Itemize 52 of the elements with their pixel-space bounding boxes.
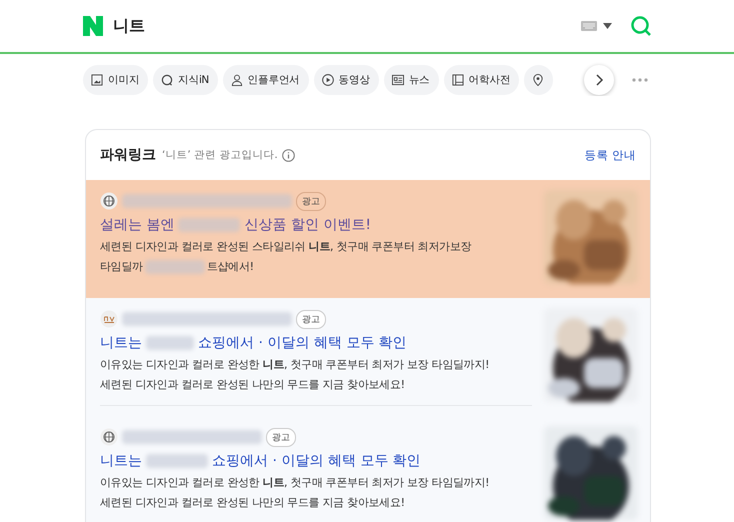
ad-title-link[interactable]: 니트는 <box>100 452 142 470</box>
chevron-right-icon <box>594 74 604 86</box>
search-icon[interactable] <box>630 15 652 37</box>
location-pin-icon <box>532 74 544 86</box>
ad-item[interactable]: 광고 니트는 쇼핑에서 · 이달의 혜택 모두 확인 이유있는 디자인과 컬러로 완성한 니트, 첫구매 쿠폰부터 최저가 보장 타임딜까지! 세련된 디자인과 컬러로 완성된 나만의 무드를 지금 찾아보세요! <box>86 416 650 522</box>
search-tab[interactable]: 이미지 <box>83 65 148 95</box>
redacted-text <box>146 454 208 468</box>
play-icon <box>322 74 334 86</box>
redacted-text <box>178 218 240 232</box>
ad-description: 세련된 디자인과 컬러로 완성된 나만의 무드를 지금 찾아보세요! <box>100 377 405 393</box>
globe-icon <box>100 428 118 446</box>
site-logo-icon <box>100 310 118 328</box>
logo-icon[interactable] <box>83 16 103 36</box>
search-tab[interactable]: 뉴스 <box>384 65 439 95</box>
search-tab[interactable]: 지식iN <box>153 65 218 95</box>
speech-bubble-icon <box>161 74 174 86</box>
ad-item[interactable]: 광고 설레는 봄엔 신상품 할인 이벤트! 세련된 디자인과 컬러로 완성된 스타일리쉬 니트, 첫구매 쿠폰부터 최저가보장 타임딜까 트샵에서! <box>86 180 650 298</box>
ad-description: 이유있는 디자인과 컬러로 완성한 니트, 첫구매 쿠폰부터 최저가 보장 타임딜까지! <box>100 357 490 373</box>
section-title: 파워링크 <box>100 146 156 164</box>
ad-item[interactable]: 광고 니트는 쇼핑에서 · 이달의 혜택 모두 확인 이유있는 디자인과 컬러로 완성한 니트, 첫구매 쿠폰부터 최저가 보장 타임딜까지! 세련된 디자인과 컬러로 완성된 나만의 무드를 지금 찾아보세요! <box>86 298 650 416</box>
info-icon[interactable] <box>282 148 295 162</box>
ad-title-link[interactable]: 신상품 할인 이벤트! <box>244 216 371 234</box>
ad-badge: 광고 <box>266 428 296 446</box>
ad-description: 세련된 디자인과 컬러로 완성된 나만의 무드를 지금 찾아보세요! <box>100 495 405 511</box>
redacted-text <box>146 336 194 350</box>
ad-description: 세련된 디자인과 컬러로 완성된 스타일리쉬 니트, 첫구매 쿠폰부터 최저가보장 <box>100 239 472 255</box>
section-subtitle: ‘니트’ 관련 광고입니다. <box>162 148 278 162</box>
search-tab[interactable]: 어학사전 <box>444 65 520 95</box>
search-tab[interactable] <box>524 65 554 95</box>
scroll-right-button[interactable] <box>584 65 614 95</box>
ad-title-link[interactable]: 니트는 <box>100 334 142 352</box>
redacted-text <box>144 260 205 274</box>
globe-icon <box>100 192 118 210</box>
ad-title-link[interactable]: 쇼핑에서 · 이달의 혜택 모두 확인 <box>212 452 421 470</box>
search-tab[interactable]: 동영상 <box>314 65 379 95</box>
ad-title-link[interactable]: 쇼핑에서 · 이달의 혜택 모두 확인 <box>198 334 407 352</box>
ad-badge: 광고 <box>296 192 326 210</box>
keyboard-icon[interactable] <box>581 21 597 31</box>
caret-icon[interactable] <box>603 23 612 29</box>
ad-description: 타임딜까 <box>100 259 143 275</box>
register-link[interactable]: 등록 안내 <box>584 148 636 162</box>
more-icon[interactable] <box>631 77 649 83</box>
ad-badge: 광고 <box>296 310 326 328</box>
ad-title-link[interactable]: 설레는 봄엔 <box>100 216 174 234</box>
search-query[interactable]: 니트 <box>113 16 581 36</box>
newspaper-icon <box>392 74 404 86</box>
ad-description: 트샵에서! <box>206 259 254 275</box>
ad-description: 이유있는 디자인과 컬러로 완성한 니트, 첫구매 쿠폰부터 최저가 보장 타임딜까지! <box>100 475 490 491</box>
search-tab[interactable]: 인플루언서 <box>222 65 309 95</box>
person-icon <box>230 74 243 86</box>
book-icon <box>452 74 464 86</box>
image-icon <box>91 74 103 86</box>
